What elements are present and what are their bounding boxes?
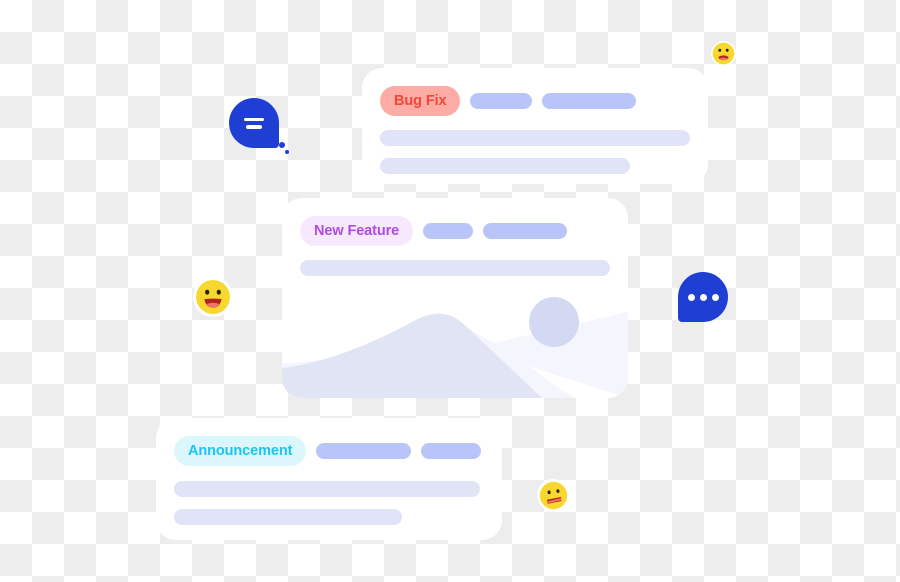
card-header-row: New Feature (282, 198, 628, 246)
typing-dots-row (687, 293, 719, 301)
meta-pill-placeholder (423, 223, 474, 239)
card-header-row: Bug Fix (362, 68, 708, 116)
bubble-spark-dot-small (285, 150, 289, 154)
text-line-placeholder (300, 260, 610, 276)
message-lines-icon (229, 98, 279, 148)
text-line-placeholder (174, 509, 402, 525)
typing-dot (687, 293, 695, 301)
message-line-1 (244, 117, 264, 121)
meta-pill-placeholder (483, 223, 568, 239)
typing-bubble[interactable] (678, 272, 728, 322)
woozy-face-emoji[interactable] (537, 479, 569, 511)
typing-dot (699, 293, 707, 301)
meta-pill-placeholder (316, 443, 412, 459)
frowning-face-emoji[interactable] (711, 41, 736, 66)
notification-card-bug-fix[interactable]: Bug Fix (362, 68, 708, 184)
image-placeholder-illustration (282, 286, 628, 398)
card-body-placeholder-lines (156, 481, 502, 525)
meta-pill-placeholder (421, 443, 482, 459)
card-header-row: Announcement (156, 418, 502, 466)
message-bubble[interactable] (229, 98, 279, 148)
text-line-placeholder (380, 158, 630, 174)
grinning-face-emoji[interactable] (193, 277, 233, 317)
bubble-spark-dot-large (279, 142, 285, 148)
status-badge-announcement[interactable]: Announcement (174, 436, 307, 466)
meta-pill-placeholder (542, 93, 637, 109)
sun-circle-icon (529, 297, 579, 347)
card-body-placeholder-lines (362, 130, 708, 174)
status-badge-bug-fix[interactable]: Bug Fix (380, 86, 461, 116)
card-body-placeholder-lines (282, 260, 628, 276)
text-line-placeholder (174, 481, 480, 497)
illustration-canvas: Bug Fix New Feature Announcement (0, 0, 900, 582)
text-line-placeholder (380, 130, 690, 146)
typing-dot (711, 293, 719, 301)
notification-card-new-feature[interactable]: New Feature (282, 198, 628, 398)
meta-pill-placeholder (470, 93, 533, 109)
typing-dots-icon (678, 272, 728, 322)
notification-card-announcement[interactable]: Announcement (156, 418, 502, 540)
message-line-2 (246, 125, 262, 129)
status-badge-new-feature[interactable]: New Feature (300, 216, 414, 246)
